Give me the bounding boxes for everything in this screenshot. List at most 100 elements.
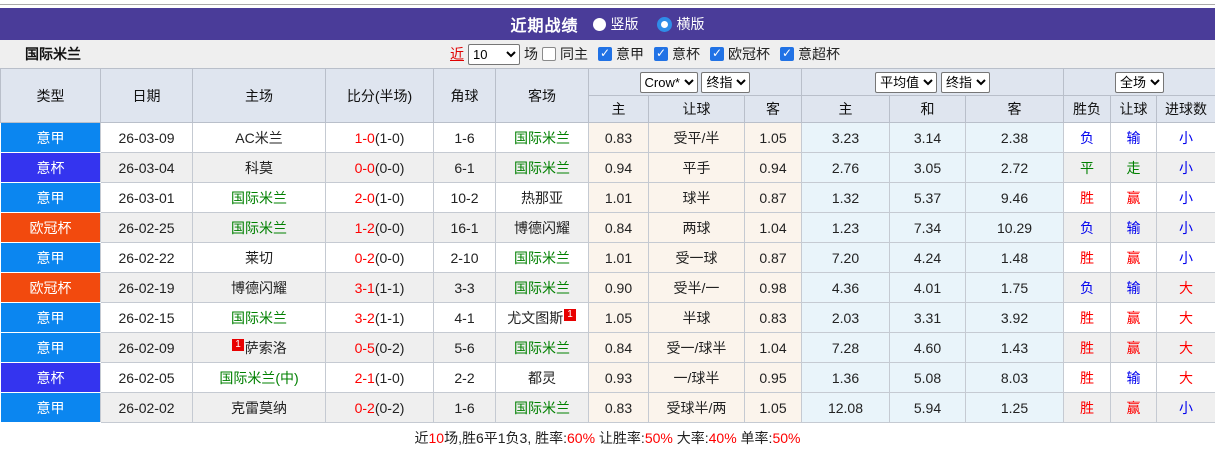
summary-footer: 近 10 场,胜6平1负3, 胜率: 60% 让胜率: 50% 大率: 40% 单率: 50… xyxy=(0,423,1215,452)
result-cell: 胜 xyxy=(1063,182,1112,213)
result-cell: 胜 xyxy=(1063,362,1112,393)
avg-draw-cell: 5.08 xyxy=(889,362,966,393)
serie-a-checkbox[interactable] xyxy=(598,46,612,61)
same-home-checkbox[interactable] xyxy=(542,47,556,61)
handicap-cell: 受一/球半 xyxy=(648,332,745,363)
type-badge: 意甲 xyxy=(0,302,101,333)
table-row: 意甲 26-03-01 国际米兰 2-0(1-0) 10-2 热那亚 1.01 … xyxy=(0,182,1215,213)
avg-home-cell: 3.23 xyxy=(801,122,890,153)
radio-horizontal-layout[interactable]: 横版 xyxy=(656,14,705,34)
home-team-cell: 科莫 xyxy=(192,152,326,183)
avg-draw-cell: 3.31 xyxy=(889,302,966,333)
fulltime-select[interactable]: 全场 xyxy=(1115,71,1165,93)
top-strip xyxy=(0,0,1215,8)
away-team-cell: 国际米兰 xyxy=(495,152,589,183)
sub-header-goals: 进球数 xyxy=(1156,95,1215,123)
type-badge: 意甲 xyxy=(0,182,101,213)
avg-home-cell: 2.03 xyxy=(801,302,890,333)
avg-draw-cell: 5.94 xyxy=(889,392,966,423)
corner-cell: 10-2 xyxy=(433,182,496,213)
avg-home-cell: 12.08 xyxy=(801,392,890,423)
col-header-corner: 角球 xyxy=(433,68,496,123)
avg-away-cell: 1.43 xyxy=(964,332,1065,363)
coppa-italia-checkbox[interactable] xyxy=(654,46,668,61)
result-cell: 负 xyxy=(1063,122,1112,153)
away-team-cell: 热那亚 xyxy=(495,182,589,213)
radio-unselected-icon[interactable] xyxy=(592,17,606,31)
summary-text: 大率: xyxy=(672,429,709,446)
filter-controls: 近 10 场 同主 意甲 意杯 欧冠杯 意超杯 xyxy=(81,43,1215,65)
type-badge: 欧冠杯 xyxy=(0,272,101,303)
avg-home-cell: 1.32 xyxy=(801,182,890,213)
date-cell: 26-02-09 xyxy=(100,332,193,363)
home-team-cell: 国际米兰(中) xyxy=(192,362,326,393)
bookmaker-dropdown-cell: Crow* 终指 xyxy=(588,68,802,96)
handicap-result-cell: 赢 xyxy=(1110,332,1158,363)
odds-away-cell: 0.95 xyxy=(744,362,802,393)
corner-cell: 2-10 xyxy=(433,242,496,273)
handicap-result-cell: 输 xyxy=(1110,272,1158,303)
avg-away-cell: 9.46 xyxy=(964,182,1065,213)
score-cell: 0-2(0-2) xyxy=(325,392,434,423)
handicap-cell: 受球半/两 xyxy=(648,392,745,423)
score-cell: 0-2(0-0) xyxy=(325,242,434,273)
final-odds-select-2[interactable]: 终指 xyxy=(940,71,990,93)
handicap-cell: 受平/半 xyxy=(648,122,745,153)
radio-selected-icon[interactable] xyxy=(656,16,672,32)
table-row: 意甲 26-02-09 1 萨索洛 0-5(0-2) 5-6 国际米兰 0.84 … xyxy=(0,332,1215,363)
odds-home-cell: 0.93 xyxy=(588,362,649,393)
corner-cell: 5-6 xyxy=(433,332,496,363)
corner-cell: 16-1 xyxy=(433,212,496,243)
odds-away-cell: 1.05 xyxy=(744,392,802,423)
type-badge: 欧冠杯 xyxy=(0,212,101,243)
table-row: 欧冠杯 26-02-25 国际米兰 1-2(0-0) 16-1 博德闪耀 0.8… xyxy=(0,212,1215,243)
match-count-select[interactable]: 10 xyxy=(468,43,520,65)
super-cup-checkbox[interactable] xyxy=(780,46,794,61)
bookmaker-select[interactable]: Crow* xyxy=(639,71,698,93)
col-header-date: 日期 xyxy=(100,68,193,123)
super-cup-label: 意超杯 xyxy=(798,46,840,62)
avg-away-cell: 2.38 xyxy=(964,122,1065,153)
handicap-result-cell: 赢 xyxy=(1110,182,1158,213)
date-cell: 26-02-25 xyxy=(100,212,193,243)
home-team-cell: AC米兰 xyxy=(192,122,326,153)
odds-away-cell: 1.04 xyxy=(744,212,802,243)
result-cell: 负 xyxy=(1063,272,1112,303)
same-home-label: 同主 xyxy=(560,46,588,62)
radio-vertical-layout[interactable]: 竖版 xyxy=(592,14,639,34)
avg-away-cell: 1.75 xyxy=(964,272,1065,303)
away-team-cell: 尤文图斯 1 xyxy=(495,302,589,333)
table-row: 意杯 26-02-05 国际米兰(中) 2-1(1-0) 2-2 都灵 0.93… xyxy=(0,362,1215,393)
odds-away-cell: 1.04 xyxy=(744,332,802,363)
odds-home-cell: 0.83 xyxy=(588,392,649,423)
date-cell: 26-02-22 xyxy=(100,242,193,273)
avg-home-cell: 1.36 xyxy=(801,362,890,393)
sub-header-handicap: 让球 xyxy=(648,95,745,123)
title-bar: 近期战绩 竖版 横版 xyxy=(0,8,1215,40)
final-odds-select-1[interactable]: 终指 xyxy=(701,71,751,93)
result-cell: 胜 xyxy=(1063,302,1112,333)
goals-result-cell: 大 xyxy=(1156,362,1215,393)
handicap-cell: 受半/一 xyxy=(648,272,745,303)
table-row: 欧冠杯 26-02-19 博德闪耀 3-1(1-1) 3-3 国际米兰 0.90… xyxy=(0,272,1215,303)
away-team-cell: 国际米兰 xyxy=(495,332,589,363)
near-link[interactable]: 近 xyxy=(450,44,464,64)
result-cell: 胜 xyxy=(1063,332,1112,363)
type-badge: 意甲 xyxy=(0,242,101,273)
champions-league-label: 欧冠杯 xyxy=(728,46,770,62)
sub-header-winloss: 胜负 xyxy=(1063,95,1112,123)
layout-radio-group: 竖版 横版 xyxy=(592,14,705,34)
avg-home-cell: 1.23 xyxy=(801,212,890,243)
odds-away-cell: 1.05 xyxy=(744,122,802,153)
table-row: 意甲 26-02-15 国际米兰 3-2(1-1) 4-1 尤文图斯 1 1.05… xyxy=(0,302,1215,333)
result-cell: 平 xyxy=(1063,152,1112,183)
serie-a-label: 意甲 xyxy=(616,46,644,62)
goals-result-cell: 小 xyxy=(1156,122,1215,153)
home-team-cell: 莱切 xyxy=(192,242,326,273)
away-team-cell: 国际米兰 xyxy=(495,392,589,423)
radio-vertical-label: 竖版 xyxy=(610,16,639,32)
champions-league-checkbox[interactable] xyxy=(710,46,724,61)
page-title: 近期战绩 xyxy=(510,18,579,35)
average-select[interactable]: 平均值 xyxy=(875,71,938,93)
avg-draw-cell: 5.37 xyxy=(889,182,966,213)
